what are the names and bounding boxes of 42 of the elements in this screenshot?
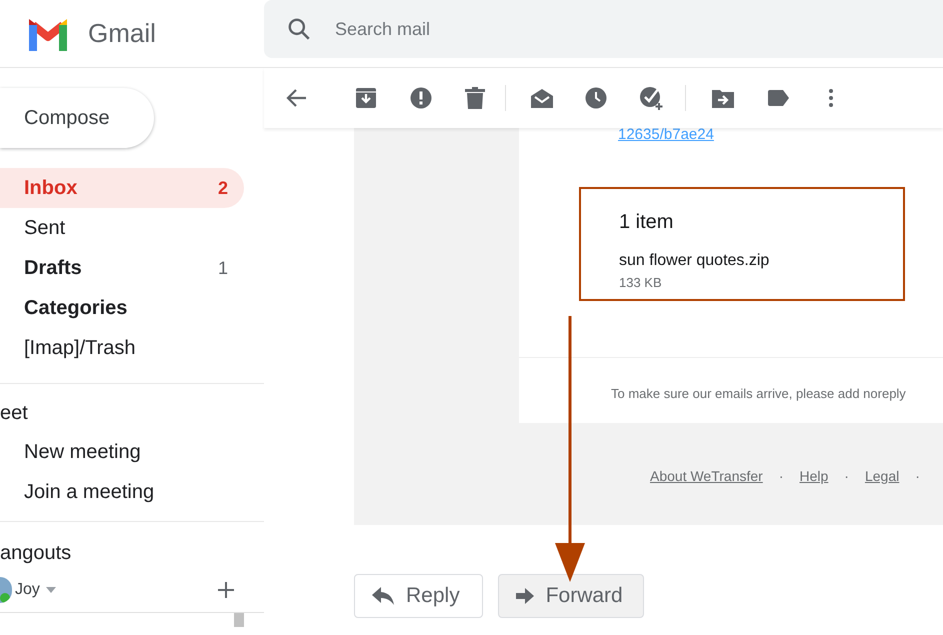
add-task-icon[interactable] [639,85,665,111]
scrollbar-thumb[interactable] [234,613,244,627]
folder-item[interactable]: Inbox 2 [0,168,244,208]
move-to-folder-icon[interactable] [712,88,734,108]
reply-icon [372,587,394,605]
separator-dot: · [844,467,849,486]
separator-dot: · [778,467,784,486]
more-options-icon[interactable] [829,89,833,107]
section-title: eet [0,401,29,424]
search-field[interactable]: Search mail [264,0,943,58]
envelope-icon[interactable] [530,87,554,109]
file-size: 133 KB [619,274,663,292]
clock-icon[interactable] [585,87,607,109]
footer-link[interactable]: Help [800,466,828,487]
folder-item[interactable]: Categories [0,288,244,328]
spam-icon[interactable] [410,87,432,109]
add-icon[interactable] [218,582,234,598]
back-arrow-icon[interactable] [286,88,308,108]
meet-menu-item[interactable]: Join a meeting [0,472,264,512]
archive-icon[interactable] [355,87,377,109]
folder-item[interactable]: Sent [0,208,244,248]
forward-arrow-icon [516,588,534,604]
gmail-logo-icon [26,16,70,50]
separator-dot: · [915,467,920,486]
notice-text: To make sure our emails arrive, please add noreply [611,386,906,401]
user-name[interactable]: Joy [15,578,40,602]
app-name: Gmail [88,17,156,50]
folder-item[interactable]: [Imap]/Trash [0,328,244,368]
meet-menu-item[interactable]: New meeting [0,432,264,472]
compose-button[interactable]: Compose [0,88,154,148]
file-name: sun flower quotes.zip [619,251,770,271]
search-icon[interactable] [286,16,312,42]
label-icon[interactable] [768,89,790,107]
delete-icon[interactable] [465,87,485,109]
reply-button[interactable]: Reply [354,574,483,618]
dropdown-caret-icon[interactable] [46,587,56,593]
forward-button[interactable]: Forward [498,574,644,618]
section-title: angouts [0,541,72,564]
footer-link[interactable]: About WeTransfer [650,466,763,487]
footer-link[interactable]: Legal [864,466,900,487]
folder-item[interactable]: Drafts 1 [0,248,244,288]
item-count: 1 item [619,210,674,235]
